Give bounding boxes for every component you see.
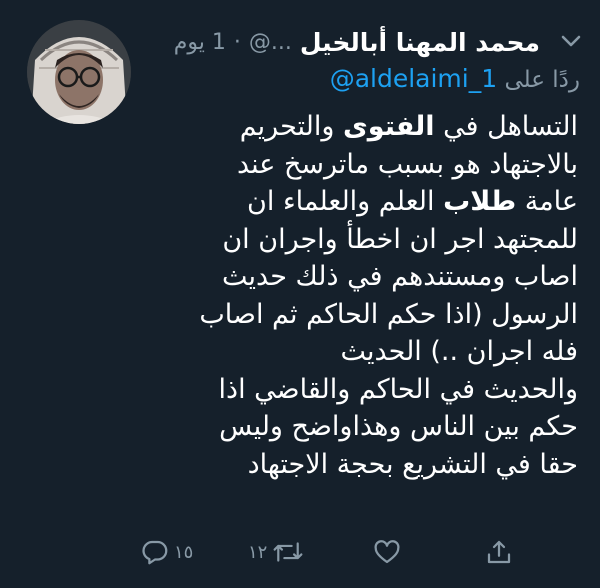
tweet-text-run: التساهل في <box>434 111 578 142</box>
tweet-text-run: حكم بين الناس وهذاواضح وليس <box>219 411 578 442</box>
share-button[interactable] <box>484 532 514 572</box>
tweet-text-run: للمجتهد اجر ان اخطأ واجران ان <box>222 223 578 255</box>
retweet-icon <box>273 542 303 562</box>
tweet-text-run: بالاجتهاد هو بسبب ماترسخ عند <box>236 148 578 180</box>
chevron-down-icon[interactable] <box>554 26 588 56</box>
tweet-text-line: والحديث في الحاكم والقاضي اذا <box>130 371 578 409</box>
like-button[interactable] <box>372 532 402 572</box>
user-handle[interactable]: @... <box>249 30 292 55</box>
tweet-text-line: حكم بين الناس وهذاواضح وليس <box>130 408 578 446</box>
tweet-text: التساهل في الفتوى والتحريم بالاجتهاد هو ب… <box>130 108 578 483</box>
display-name[interactable]: محمد المهنا أبالخيل <box>300 28 540 57</box>
avatar-image <box>27 20 131 124</box>
retweet-count: ١٢ <box>248 541 268 563</box>
reply-count: ١٥ <box>174 541 194 563</box>
tweet-text-run: والتحريم <box>239 111 344 142</box>
avatar[interactable] <box>27 20 131 124</box>
tweet-text-run: اصاب ومستندهم في ذلك حديث <box>222 261 578 292</box>
tweet-text-run: العلم والعلماء ان <box>247 186 444 217</box>
separator: · <box>233 29 241 55</box>
tweet[interactable]: محمد المهنا أبالخيل @... · 1 يوم ردًا عل… <box>0 0 600 588</box>
tweet-text-run: حقا في التشريع بحجة الاجتهاد <box>247 448 578 480</box>
reply-context: ردًا على @aldelaimi_1 <box>150 64 580 100</box>
tweet-text-line: اصاب ومستندهم في ذلك حديث <box>130 258 578 296</box>
share-icon <box>487 540 511 564</box>
retweet-button[interactable]: ١٢ <box>248 532 305 572</box>
tweet-text-line: عامة طلاب العلم والعلماء ان <box>130 183 578 221</box>
reply-button[interactable]: ١٥ <box>140 532 193 572</box>
tweet-text-bold: الفتوى <box>343 111 435 142</box>
reply-to-mention[interactable]: @aldelaimi_1 <box>330 64 497 93</box>
timestamp[interactable]: 1 يوم <box>174 30 226 55</box>
tweet-text-line: بالاجتهاد هو بسبب ماترسخ عند <box>130 146 578 184</box>
tweet-text-run: عامة <box>516 186 578 217</box>
tweet-text-bold: طلاب <box>443 186 517 217</box>
tweet-header: محمد المهنا أبالخيل @... · 1 يوم <box>150 22 540 62</box>
tweet-actions: ١٥ ١٢ <box>140 532 540 572</box>
like-icon <box>374 540 400 564</box>
tweet-text-line: الرسول (اذا حكم الحاكم ثم اصاب <box>130 296 578 334</box>
tweet-text-run: والحديث في الحاكم والقاضي اذا <box>218 373 578 405</box>
tweet-text-line: حقا في التشريع بحجة الاجتهاد <box>130 446 578 484</box>
tweet-text-line: فله اجران ..) الحديث <box>130 333 578 371</box>
reply-prefix: ردًا على <box>504 67 580 93</box>
tweet-text-run: فله اجران ..) الحديث <box>340 336 578 367</box>
tweet-text-run: الرسول (اذا حكم الحاكم ثم اصاب <box>199 298 578 330</box>
reply-icon <box>142 540 168 565</box>
tweet-text-line: التساهل في الفتوى والتحريم <box>130 108 578 146</box>
tweet-text-line: للمجتهد اجر ان اخطأ واجران ان <box>130 221 578 259</box>
